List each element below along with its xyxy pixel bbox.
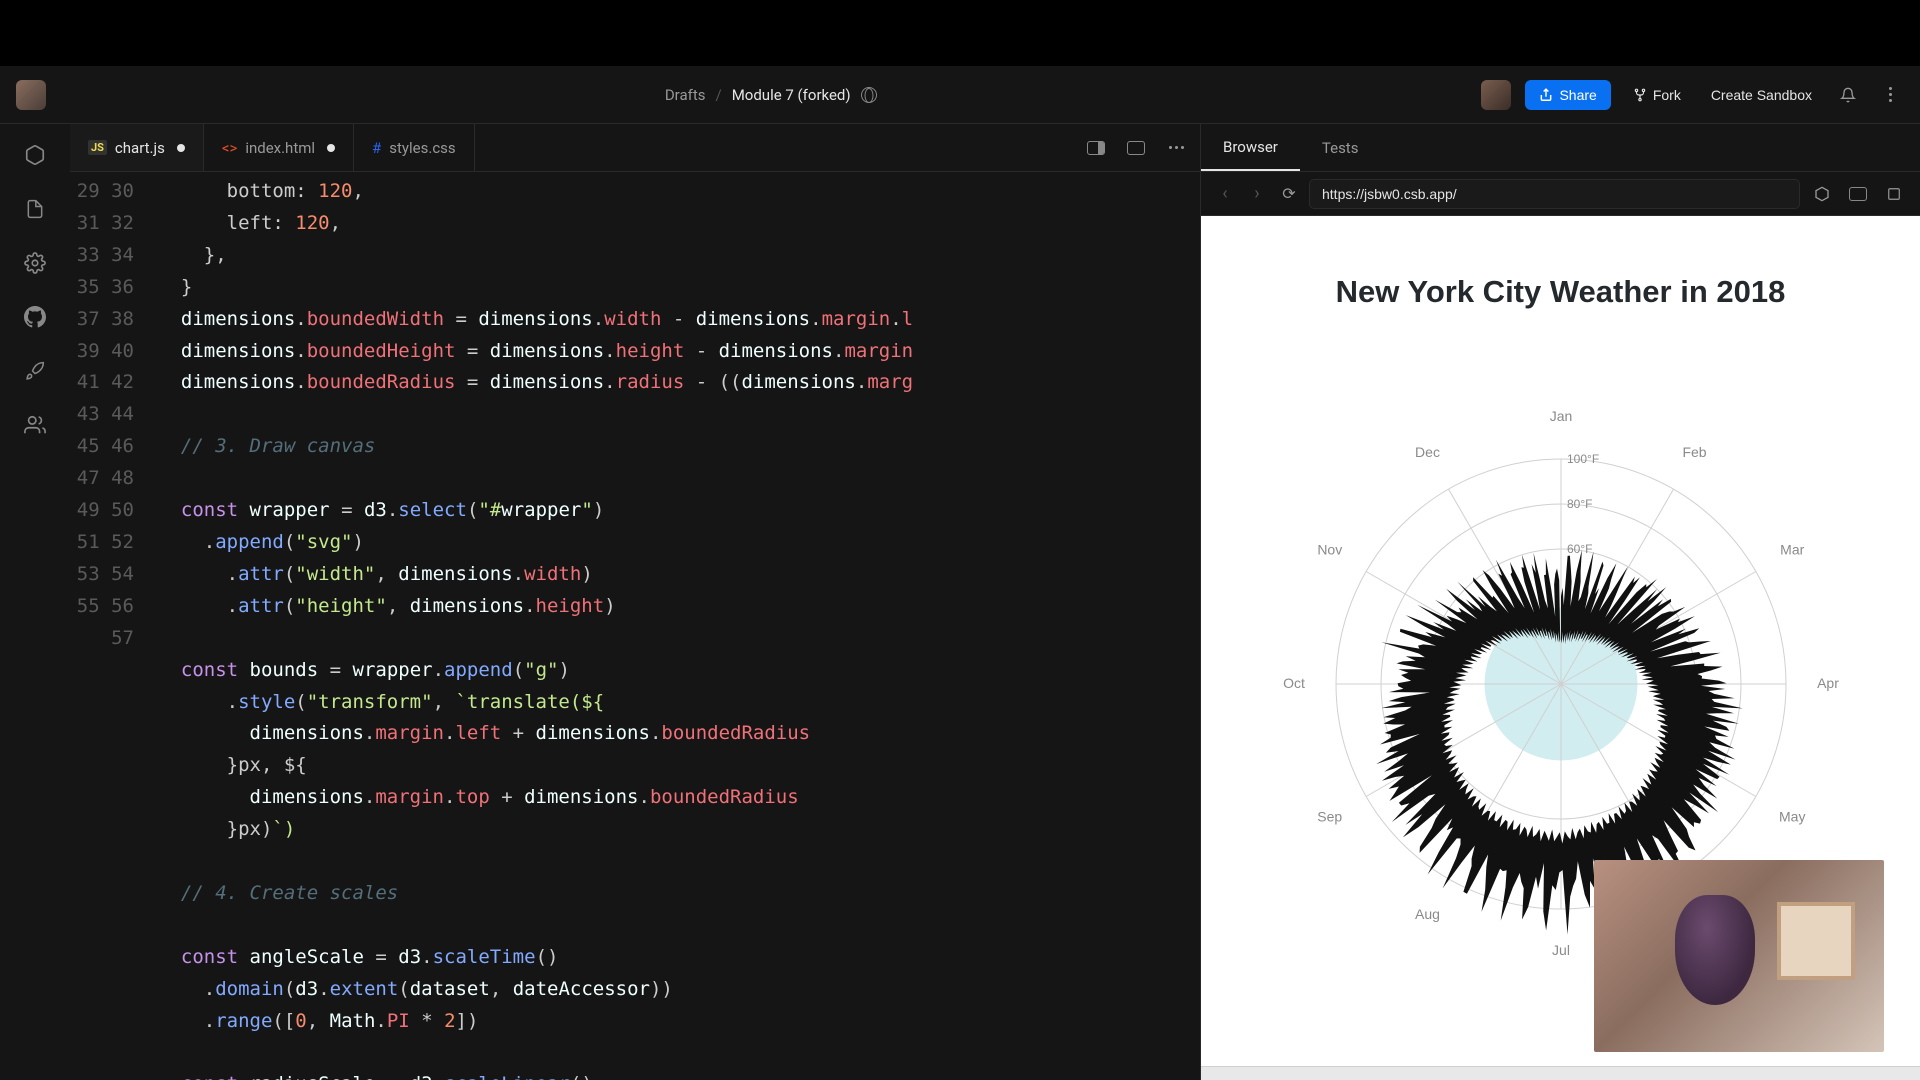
svg-text:Jul: Jul <box>1552 942 1570 958</box>
tab-chart-js[interactable]: JS chart.js <box>70 124 204 171</box>
fork-icon <box>1633 88 1647 102</box>
svg-text:100°F: 100°F <box>1567 452 1599 466</box>
code-editor[interactable]: 29 30 31 32 33 34 35 36 37 38 39 40 41 4… <box>70 172 1200 1080</box>
svg-text:Oct: Oct <box>1283 675 1305 691</box>
tab-index-html[interactable]: <> index.html <box>204 124 354 171</box>
chart-title: New York City Weather in 2018 <box>1201 274 1920 310</box>
editor-tab-bar: JS chart.js <> index.html # styles.css <box>70 124 1200 172</box>
explorer-icon[interactable] <box>22 196 48 222</box>
layout-icon <box>1849 187 1867 201</box>
css-file-icon: # <box>372 139 381 157</box>
svg-text:80°F: 80°F <box>1567 497 1592 511</box>
collaborator-avatar[interactable] <box>1481 80 1511 110</box>
svg-text:Nov: Nov <box>1317 542 1342 558</box>
breadcrumb: Drafts / Module 7 (forked) <box>60 86 1481 104</box>
editor-more-button[interactable] <box>1162 134 1190 162</box>
nav-forward-button[interactable]: › <box>1245 183 1269 204</box>
unsaved-indicator <box>177 144 185 152</box>
live-icon[interactable] <box>22 412 48 438</box>
horizontal-scrollbar[interactable] <box>1201 1066 1920 1080</box>
toggle-panel-button[interactable] <box>1082 134 1110 162</box>
svg-text:60°F: 60°F <box>1567 542 1592 556</box>
browser-url-bar: ‹ › ⟳ <box>1201 172 1920 216</box>
open-new-window-button[interactable] <box>1808 180 1836 208</box>
js-file-icon: JS <box>88 140 107 155</box>
menu-dots-icon <box>1169 146 1184 149</box>
svg-text:Feb: Feb <box>1682 444 1706 460</box>
html-file-icon: <> <box>222 139 237 157</box>
tab-browser[interactable]: Browser <box>1201 124 1300 171</box>
preview-surface: New York City Weather in 2018 60°F 80°F 10… <box>1201 216 1920 1080</box>
more-menu-button[interactable] <box>1876 81 1904 109</box>
globe-icon <box>861 87 877 103</box>
unsaved-indicator <box>327 144 335 152</box>
breadcrumb-project[interactable]: Module 7 (forked) <box>732 86 851 104</box>
app-header: Drafts / Module 7 (forked) Share Fork Cr… <box>0 66 1920 124</box>
notifications-button[interactable] <box>1834 81 1862 109</box>
preview-column: Browser Tests ‹ › ⟳ New York City Weathe… <box>1200 124 1920 1080</box>
github-icon[interactable] <box>22 304 48 330</box>
preview-icon <box>1127 141 1145 155</box>
bell-icon <box>1840 87 1856 103</box>
panel-layout-icon <box>1087 141 1105 155</box>
svg-text:May: May <box>1779 809 1805 825</box>
expand-button[interactable] <box>1880 180 1908 208</box>
share-button[interactable]: Share <box>1525 80 1610 110</box>
svg-text:Mar: Mar <box>1780 542 1804 558</box>
preview-panel-button[interactable] <box>1122 134 1150 162</box>
code-content[interactable]: bottom: 120, left: 120, }, } dimensions.… <box>158 172 1200 1080</box>
window-black-bar <box>0 0 1920 66</box>
user-avatar[interactable] <box>16 80 46 110</box>
breadcrumb-drafts[interactable]: Drafts <box>665 86 706 104</box>
webcam-overlay <box>1594 860 1884 1052</box>
settings-icon[interactable] <box>22 250 48 276</box>
menu-dots-icon <box>1889 87 1892 102</box>
svg-text:Aug: Aug <box>1415 906 1440 922</box>
deploy-icon[interactable] <box>22 358 48 384</box>
svg-text:Apr: Apr <box>1817 675 1839 691</box>
url-input[interactable] <box>1309 179 1800 209</box>
sandbox-info-icon[interactable] <box>22 142 48 168</box>
create-sandbox-button[interactable]: Create Sandbox <box>1703 80 1820 110</box>
svg-text:Jan: Jan <box>1549 408 1572 424</box>
tab-styles-css[interactable]: # styles.css <box>354 124 475 171</box>
nav-back-button[interactable]: ‹ <box>1213 183 1237 204</box>
svg-text:Sep: Sep <box>1317 809 1342 825</box>
layout-button[interactable] <box>1844 180 1872 208</box>
fork-button[interactable]: Fork <box>1625 80 1689 110</box>
breadcrumb-separator: / <box>715 86 721 104</box>
activity-bar <box>0 124 70 1080</box>
share-icon <box>1539 88 1553 102</box>
main-area: JS chart.js <> index.html # styles.css <box>0 124 1920 1080</box>
svg-text:Dec: Dec <box>1415 444 1440 460</box>
editor-column: JS chart.js <> index.html # styles.css <box>70 124 1200 1080</box>
reload-button[interactable]: ⟳ <box>1277 184 1301 203</box>
tab-tests[interactable]: Tests <box>1300 124 1381 171</box>
preview-tab-bar: Browser Tests <box>1201 124 1920 172</box>
line-number-gutter: 29 30 31 32 33 34 35 36 37 38 39 40 41 4… <box>70 172 158 1080</box>
